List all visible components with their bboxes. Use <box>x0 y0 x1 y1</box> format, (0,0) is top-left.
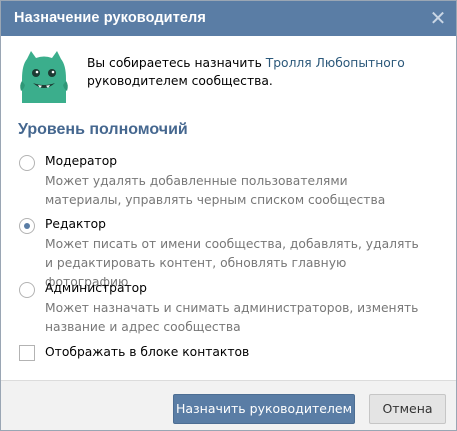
green-monster-avatar-icon <box>20 51 68 103</box>
intro-suffix: руководителем сообщества. <box>87 74 273 88</box>
dialog-footer: Назначить руководителем Отмена <box>1 380 456 430</box>
user-link[interactable]: Тролля Любопытного <box>266 56 405 70</box>
moderator-radio[interactable] <box>19 155 35 171</box>
administrator-description: Может назначать и снимать администраторо… <box>45 301 419 334</box>
close-icon[interactable]: ✕ <box>428 7 448 29</box>
assign-manager-dialog: Назначение руководителя ✕ Вы собираетесь… <box>0 0 457 431</box>
administrator-label[interactable]: Администратор <box>45 281 147 295</box>
editor-label[interactable]: Редактор <box>45 217 106 231</box>
show-in-contacts-checkbox[interactable] <box>19 345 35 361</box>
dialog-title: Назначение руководителя <box>14 10 206 26</box>
cancel-button[interactable]: Отмена <box>369 394 446 424</box>
moderator-label[interactable]: Модератор <box>45 154 117 168</box>
moderator-description: Может удалять добавленные пользователями… <box>45 174 386 207</box>
intro-prefix: Вы собираетесь назначить <box>87 56 266 70</box>
show-in-contacts-label[interactable]: Отображать в блоке контактов <box>45 345 249 359</box>
editor-radio[interactable] <box>19 218 35 234</box>
intro-text: Вы собираетесь назначить Тролля Любопытн… <box>87 54 437 90</box>
permissions-heading: Уровень полномочий <box>18 121 188 138</box>
dialog-titlebar: Назначение руководителя ✕ <box>1 1 456 36</box>
assign-manager-button[interactable]: Назначить руководителем <box>173 394 355 424</box>
administrator-radio[interactable] <box>19 282 35 298</box>
